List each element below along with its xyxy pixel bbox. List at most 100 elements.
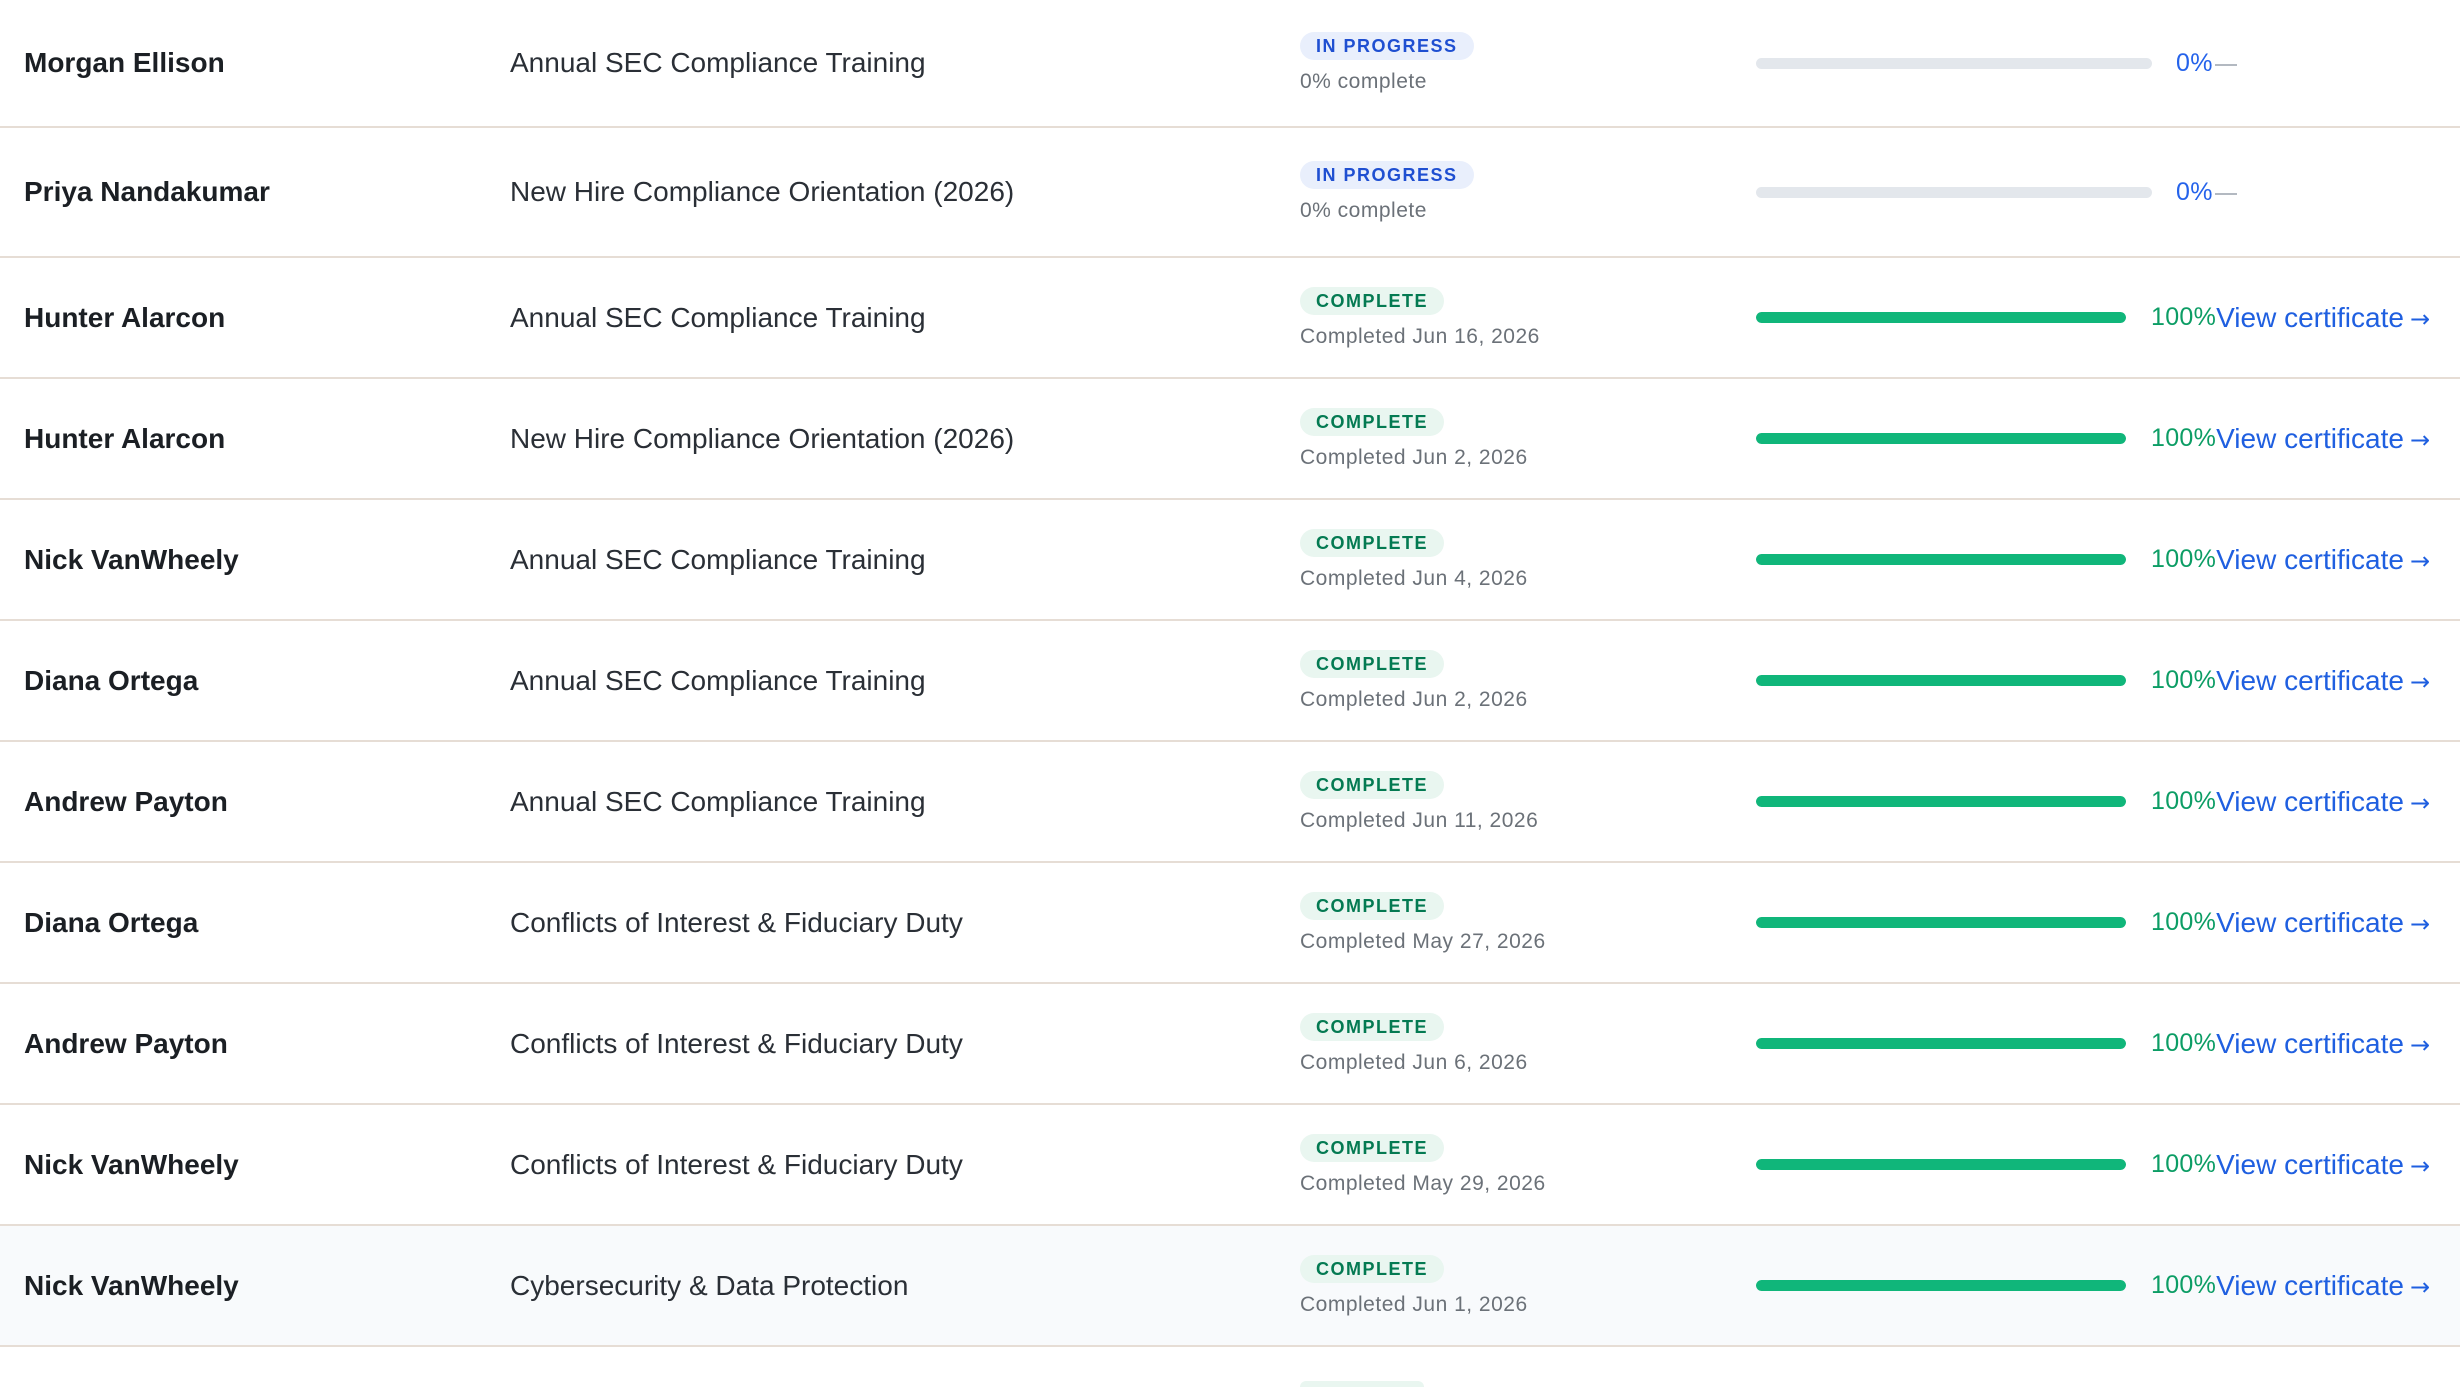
status-cell: COMPLETE Completed Jun 16, 2026 [1300,258,1540,377]
view-certificate-link[interactable]: View certificate → [2216,544,2430,576]
learner-name: Priya Nandakumar [24,176,270,207]
progress-percent: 100% [2151,424,2217,452]
view-certificate-link[interactable]: View certificate → [2216,302,2430,334]
learner-name: Morgan Ellison [24,47,225,78]
progress-cell: 100% View certificate → [1756,984,2446,1103]
completion-date: Completed May 27, 2026 [1300,929,1546,953]
table-row: Nick VanWheely Cybersecurity & Data Prot… [0,1226,2460,1347]
progress-percent: 100% [2151,1271,2217,1299]
arrow-right-icon: → [2409,1272,2431,1301]
progress-percent: 100% [2151,666,2217,694]
course-title: Annual SEC Compliance Training [510,47,926,78]
progress-bar [1756,312,2126,323]
progress-bar-fill [1756,1280,2126,1291]
view-certificate-link[interactable]: View certificate → [2216,786,2430,818]
course-title: Annual SEC Compliance Training [510,664,926,696]
view-certificate-label: View certificate [2216,906,2404,938]
status-badge: COMPLETE [1300,1133,1445,1162]
progress-cell: 0% [1756,128,2446,256]
course-title: Conflicts of Interest & Fiduciary Duty [510,906,963,938]
view-certificate-link[interactable]: View certificate → [2216,1028,2430,1060]
status-badge: COMPLETE [1300,891,1445,920]
progress-bar-fill [1756,1038,2126,1049]
progress-cell: 100% View certificate → [1756,863,2446,982]
progress-bar [1756,433,2126,444]
completion-date: Completed Jun 16, 2026 [1300,324,1540,348]
status-badge: IN PROGRESS [1300,32,1474,60]
course-title: New Hire Compliance Orientation (2026) [510,176,1015,207]
progress-bar [1756,1159,2126,1170]
learner-name: Hunter Alarcon [24,422,226,454]
table-row: Diana Ortega Annual SEC Compliance Train… [0,621,2460,742]
course-title: New Hire Compliance Orientation (2026) [510,422,1015,454]
progress-bar-fill [1756,917,2126,928]
completion-date: Completed May 29, 2026 [1300,1171,1546,1195]
progress-bar [1756,554,2126,565]
learner-name: Diana Ortega [24,906,199,938]
status-badge: COMPLETE [1300,407,1445,436]
training-assignments-table: Morgan Ellison Annual SEC Compliance Tra… [0,0,2460,1387]
view-certificate-link[interactable]: View certificate → [2216,665,2430,697]
progress-cell: 100% View certificate → [1756,621,2446,740]
arrow-right-icon: → [2409,909,2431,938]
arrow-right-icon: → [2409,425,2431,454]
view-certificate-label: View certificate [2216,664,2404,696]
status-cell: COMPLETE Completed Jun 1, 2026 [1300,1226,1528,1345]
status-cell: COMPLETE Completed Jun 2, 2026 [1300,379,1528,498]
table-row: Morgan Ellison Annual SEC Compliance Tra… [0,0,2460,128]
completion-date: Completed Jun 4, 2026 [1300,566,1528,590]
view-certificate-link[interactable]: View certificate → [2216,1270,2430,1302]
view-certificate-link[interactable]: View certificate → [2216,1149,2430,1181]
progress-bar-fill [1756,796,2126,807]
progress-cell: 100% View certificate → [1756,742,2446,861]
course-title: Annual SEC Compliance Training [510,301,926,333]
status-badge: IN PROGRESS [1300,161,1474,189]
learner-name: Andrew Payton [24,1027,228,1059]
progress-cell: 100% View certificate → [1756,500,2446,619]
empty-marker [2214,64,2237,66]
status-cell: COMPLETE Completed Jun 11, 2026 [1300,742,1538,861]
table-row: Hunter Alarcon New Hire Compliance Orien… [0,379,2460,500]
status-cell: COMPLETE Completed Jun 4, 2026 [1300,500,1528,619]
course-title: Annual SEC Compliance Training [510,785,926,817]
progress-percent: 100% [2151,908,2217,936]
status-cell: COMPLETE Completed Jun 6, 2026 [1300,984,1528,1103]
status-badge: COMPLETE [1300,649,1445,678]
learner-name: Diana Ortega [24,664,199,696]
course-title: Cybersecurity & Data Protection [510,1269,909,1301]
arrow-right-icon: → [2409,788,2431,817]
progress-bar [1756,917,2126,928]
completion-date: Completed Jun 2, 2026 [1300,687,1528,711]
table-row: Andrew Payton Conflicts of Interest & Fi… [0,984,2460,1105]
status-badge: COMPLETE [1300,286,1445,315]
progress-percent: 0% [2176,177,2213,206]
learner-name: Nick VanWheely [24,543,239,575]
progress-percent: 100% [2151,1150,2217,1178]
progress-bar [1756,675,2126,686]
learner-name: Andrew Payton [24,785,228,817]
progress-bar-fill [1756,554,2126,565]
status-badge: COMPLETE [1300,1254,1445,1283]
table-row: Nick VanWheely Annual SEC Compliance Tra… [0,500,2460,621]
table-row: Nick VanWheely Conflicts of Interest & F… [0,1105,2460,1226]
progress-bar-fill [1756,312,2126,323]
empty-marker [2214,193,2237,195]
status-cell: COMPLETE Completed May 27, 2026 [1300,863,1546,982]
view-certificate-link[interactable]: View certificate → [2216,423,2430,455]
completion-date: Completed Jun 2, 2026 [1300,445,1528,469]
view-certificate-link[interactable]: View certificate → [2216,907,2430,939]
status-cell: COMPLETE Completed May 29, 2026 [1300,1105,1546,1224]
progress-percent: 0% [2176,48,2213,77]
learner-name: Hunter Alarcon [24,301,226,333]
arrow-right-icon: → [2409,546,2431,575]
table-row: Hunter Alarcon Annual SEC Compliance Tra… [0,258,2460,379]
status-badge: COMPLETE [1300,528,1445,557]
progress-percent: 100% [2151,1029,2217,1057]
progress-cell: 0% [1756,0,2446,126]
status-badge-partial [1300,1381,1424,1387]
progress-bar [1756,186,2152,198]
view-certificate-label: View certificate [2216,422,2404,454]
learner-name: Nick VanWheely [24,1269,239,1301]
course-title: Conflicts of Interest & Fiduciary Duty [510,1148,963,1180]
table-row: Priya Nandakumar New Hire Compliance Ori… [0,128,2460,258]
